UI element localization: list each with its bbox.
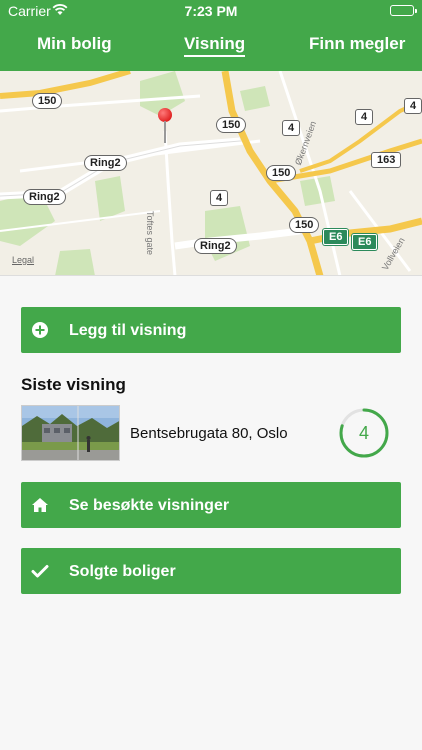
road-label: 150 bbox=[216, 117, 247, 133]
road-label: Ring2 bbox=[23, 189, 66, 205]
latest-viewing-title: Siste visning bbox=[21, 375, 126, 394]
check-icon bbox=[31, 562, 49, 580]
road-label: 4 bbox=[404, 98, 422, 114]
app-header: Carrier 7:23 PM Min bolig Visning Finn m… bbox=[0, 0, 422, 71]
tab-finn-megler[interactable]: Finn megler bbox=[309, 34, 405, 54]
tab-min-bolig[interactable]: Min bolig bbox=[37, 34, 112, 54]
road-label: 163 bbox=[371, 152, 402, 168]
road-label: Ring2 bbox=[84, 155, 127, 171]
home-icon bbox=[31, 496, 49, 514]
property-address: Bentsebrugata 80, Oslo bbox=[130, 425, 288, 442]
visited-viewings-label: Se besøkte visninger bbox=[69, 497, 230, 514]
status-bar: Carrier 7:23 PM bbox=[0, 0, 422, 22]
add-viewing-button[interactable]: Legg til visning bbox=[21, 307, 401, 353]
road-label: 150 bbox=[32, 93, 63, 109]
status-time: 7:23 PM bbox=[184, 3, 238, 19]
road-label: 150 bbox=[289, 217, 320, 233]
plus-circle-icon bbox=[31, 321, 49, 339]
road-label: 4 bbox=[355, 109, 374, 125]
road-label-e6: E6 bbox=[323, 229, 349, 245]
road-label: 150 bbox=[266, 165, 297, 181]
add-viewing-label: Legg til visning bbox=[69, 322, 187, 339]
visited-viewings-button[interactable]: Se besøkte visninger bbox=[21, 482, 401, 528]
latest-viewing-item[interactable]: Bentsebrugata 80, Oslo 4 bbox=[21, 405, 401, 461]
street-label: Toftes gate bbox=[145, 211, 155, 256]
road-label: 4 bbox=[210, 190, 229, 206]
road-label: 4 bbox=[282, 120, 301, 136]
map-pin-icon[interactable] bbox=[158, 108, 172, 144]
battery-icon bbox=[390, 5, 417, 16]
score-value: 4 bbox=[358, 423, 369, 443]
road-label-e6: E6 bbox=[352, 234, 378, 250]
map-legal-link[interactable]: Legal bbox=[12, 255, 34, 265]
property-thumbnail bbox=[21, 405, 120, 461]
map-view[interactable]: 150 150 150 150 4 4 4 4 163 Ring2 Ring2 … bbox=[0, 71, 422, 276]
road-label: Ring2 bbox=[194, 238, 237, 254]
top-tabs: Min bolig Visning Finn megler bbox=[0, 34, 422, 58]
sold-homes-label: Solgte boliger bbox=[69, 563, 176, 580]
tab-visning[interactable]: Visning bbox=[184, 34, 246, 57]
sold-homes-button[interactable]: Solgte boliger bbox=[21, 548, 401, 594]
